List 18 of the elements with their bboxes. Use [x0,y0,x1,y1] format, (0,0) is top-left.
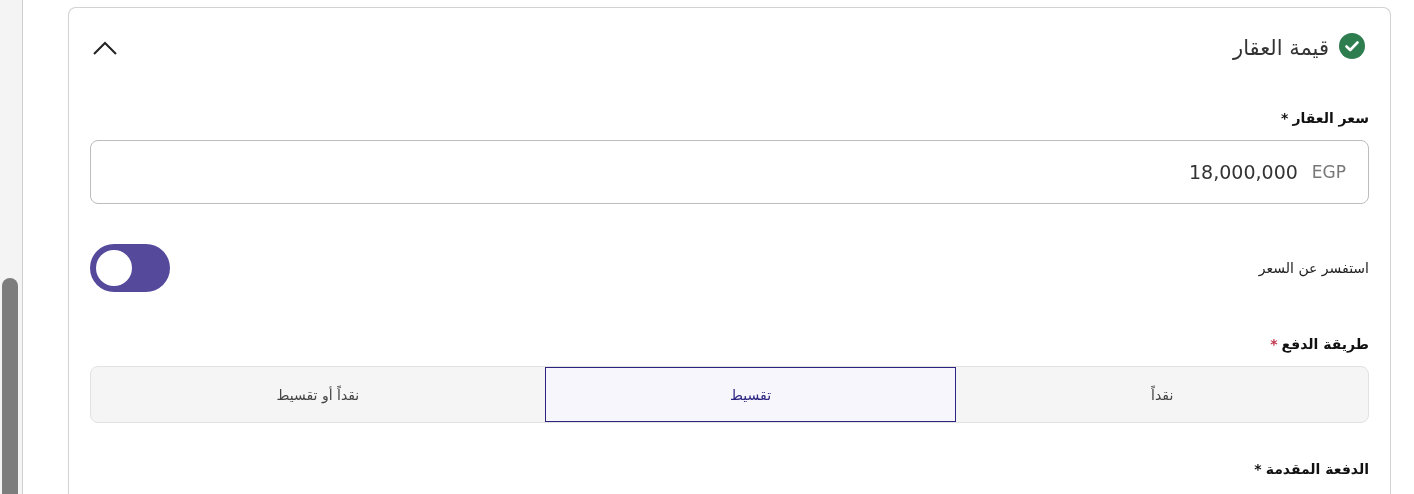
field-label: طريقة الدفع [1281,336,1369,352]
field-label: سعر العقار [1292,110,1369,126]
required-mark: * [1254,461,1262,477]
chevron-up-icon[interactable] [92,40,118,56]
currency-label: EGP [1311,162,1346,182]
payment-option[interactable]: تقسيط [544,367,957,422]
payment-option[interactable]: نقداً [956,367,1368,422]
check-circle-icon [1339,33,1365,59]
price-field[interactable]: 18,000,000 EGP [90,140,1369,204]
toggle-label: استفسر عن السعر [1258,260,1369,276]
field-label: الدفعة المقدمة [1265,461,1369,477]
section-title: قيمة العقار [1233,36,1329,60]
toggle-switch[interactable] [90,244,170,292]
price-value: 18,000,000 [1189,161,1298,183]
scrollbar-thumb[interactable] [2,278,18,494]
payment-option[interactable]: نقداً أو تقسيط [91,367,545,422]
required-mark: * [1270,336,1278,352]
required-mark: * [1281,110,1289,126]
